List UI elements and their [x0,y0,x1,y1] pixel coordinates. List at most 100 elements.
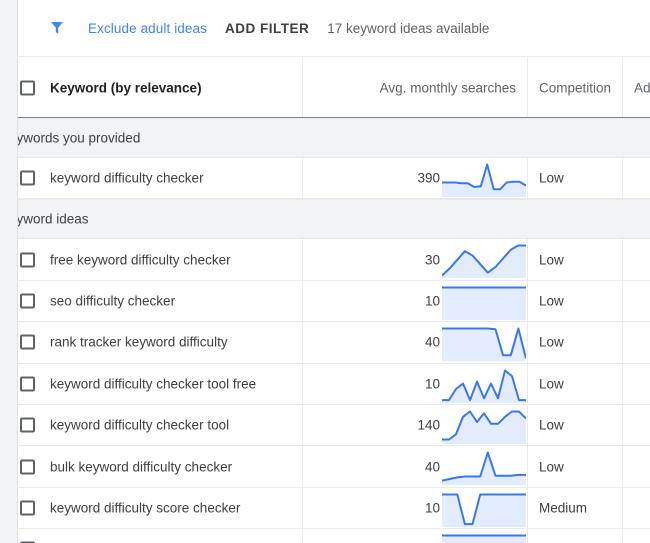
row-divider-1 [302,404,303,447]
row-divider-3 [622,239,623,281]
header-divider-2 [527,57,528,117]
row-divider-2 [527,529,528,543]
cell-ad [624,488,650,528]
row-divider-2 [527,363,528,405]
column-header-competition[interactable]: Competition [529,57,621,118]
competition-value: Medium [539,500,588,516]
row-divider-1 [302,487,303,530]
table-row[interactable]: bulk keyword difficulty checker 40 Low [18,446,650,488]
sparkline-chart [442,161,526,197]
table-row[interactable]: free keyword difficulty checker 30 Low [18,239,650,281]
row-select-checkbox[interactable] [20,376,35,392]
cell-competition: Low [529,364,621,404]
cell-avg-monthly-searches: 10 [302,281,526,321]
keyword-ideas-available-count: 17 keyword ideas available [327,20,490,36]
row-divider-2 [527,487,528,530]
table-section-header: Keyword ideas [0,199,650,240]
competition-value: Low [539,417,564,433]
exclude-adult-ideas-link[interactable]: Exclude adult ideas [88,21,207,36]
cell-competition: Low [529,239,621,279]
keyword-text: bulk keyword difficulty checker [50,459,233,475]
sparkline-chart [442,284,526,320]
keyword-text: free keyword difficulty checker [50,252,231,268]
cell-avg-monthly-searches: 140 [302,405,526,445]
row-select-checkbox[interactable] [20,170,35,186]
cell-avg-monthly-searches: 30 [302,239,526,279]
table-row[interactable]: keyword difficulty checker tool free 10 Lo… [18,363,650,405]
select-all-checkbox[interactable] [20,80,35,95]
filter-funnel-icon[interactable] [48,19,66,37]
avg-monthly-searches-value: 390 [417,170,440,186]
cell-ad [624,405,650,445]
row-divider-1 [302,446,303,488]
row-divider-2 [527,322,528,364]
cell-ad [624,529,650,543]
column-header-keyword[interactable]: Keyword (by relevance) [50,57,300,118]
column-header-ad-label: Ad [634,80,650,95]
row-divider-3 [622,158,623,200]
cell-competition: Low [529,281,621,321]
cell-keyword: keyword difficulty score checker [50,488,300,528]
column-header-avg-monthly-searches[interactable]: Avg. monthly searches [302,57,526,118]
table-row[interactable]: keyword difficulty checker tool 140 Low [18,404,650,447]
table-row[interactable]: keyword difficulty checker 390 Low [18,158,650,200]
add-filter-button[interactable]: ADD FILTER [225,21,309,36]
cell-competition: Low [529,158,621,198]
sparkline-chart [442,242,526,279]
sparkline-chart [442,532,526,543]
cell-keyword: rank tracker keyword difficulty [50,322,300,362]
page-left-gutter [0,0,18,543]
sparkline-chart [442,325,526,362]
keyword-text: keyword difficulty checker tool [50,417,230,433]
keyword-text: keyword difficulty score checker [50,500,241,516]
row-select-checkbox[interactable] [20,500,35,516]
competition-value: Low [539,293,564,309]
cell-competition: Low [529,405,621,445]
avg-monthly-searches-value: 10 [424,500,440,516]
cell-competition: Low [529,446,621,486]
row-divider-3 [622,363,623,405]
competition-value: Low [539,334,564,350]
row-divider-2 [527,446,528,488]
cell-avg-monthly-searches: 40 [302,446,526,486]
table-row[interactable]: keyword difficulty score checker 10 Medium [18,487,650,530]
cell-avg-monthly-searches: 10 [302,488,526,528]
keyword-text: seo difficulty checker [50,293,176,309]
competition-value: Low [539,170,564,186]
cell-keyword: keyword difficulty checker tool [50,405,300,445]
row-divider-3 [622,322,623,364]
cell-keyword: keyword difficulty checker tool free [50,364,300,404]
cell-ad [624,446,650,486]
table-row[interactable]: rank tracker keyword difficulty 40 Low [18,322,650,364]
cell-competition [529,529,621,543]
row-select-checkbox[interactable] [20,417,35,433]
keyword-text: keyword difficulty checker [50,170,204,186]
table-row[interactable] [18,529,650,543]
row-divider-1 [302,280,303,323]
cell-ad [624,239,650,279]
cell-ad [624,322,650,362]
competition-value: Low [539,252,564,268]
keyword-text: keyword difficulty checker tool free [50,376,257,392]
column-header-avg-monthly-searches-label: Avg. monthly searches [379,80,516,95]
cell-keyword: seo difficulty checker [50,281,300,321]
table-body: Keywords you provided keyword difficulty … [0,118,650,543]
row-divider-2 [527,158,528,200]
avg-monthly-searches-value: 140 [417,417,440,433]
row-select-checkbox[interactable] [20,293,35,309]
table-row[interactable]: seo difficulty checker 10 Low [18,280,650,323]
row-divider-3 [622,404,623,447]
table-section-title: Keywords you provided [0,130,141,146]
cell-avg-monthly-searches [302,529,526,543]
row-select-checkbox[interactable] [20,459,35,475]
cell-keyword: bulk keyword difficulty checker [50,446,300,486]
row-select-checkbox[interactable] [20,252,35,268]
table-header-row: Keyword (by relevance) Avg. monthly sear… [18,57,650,119]
row-select-checkbox[interactable] [20,334,35,350]
row-divider-2 [527,404,528,447]
column-header-ad[interactable]: Ad [624,57,650,118]
cell-keyword: free keyword difficulty checker [50,239,300,279]
header-divider-1 [302,57,303,117]
table-section-header: Keywords you provided [0,118,650,158]
column-header-competition-label: Competition [539,80,612,95]
